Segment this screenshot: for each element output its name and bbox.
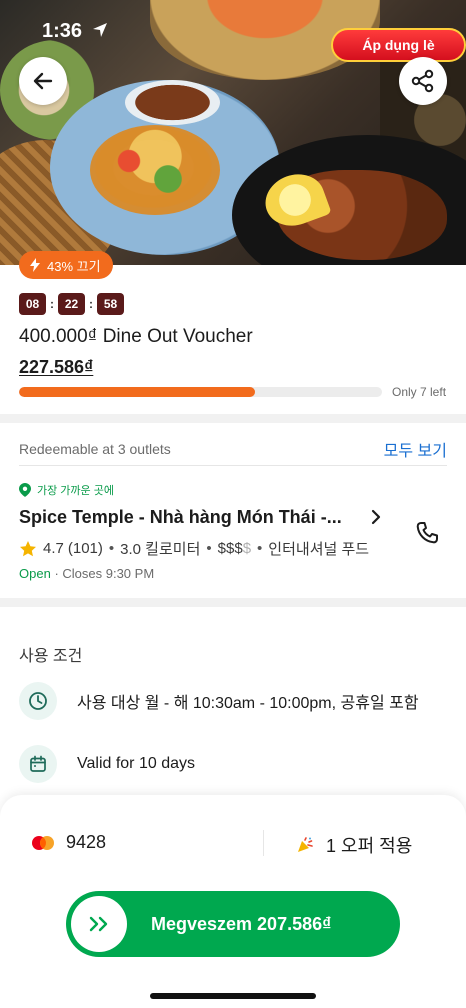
term-hours-text: 사용 대상 월 - 해 10:30am - 10:00pm, 공휴일 포함 [77,695,419,712]
price-level-active: $$$ [217,540,243,557]
stock-progress-fill [19,387,255,397]
outlet-name[interactable]: Spice Temple - Nhà hàng Món Thái -... [19,507,359,528]
countdown-seconds: 58 [97,293,124,315]
section-divider [0,598,466,607]
discount-badge: 43% 끄기 [19,251,113,279]
nearest-outlet-tag: 가장 가까운 곳에 [19,482,114,498]
cuisine: 인터내셔널 푸드 [268,541,370,558]
deal-price: 227.586₫ [19,357,94,377]
buy-button[interactable]: Megveszem 207.586₫ [66,891,400,957]
calendar-icon [19,745,57,783]
opening-hours: Open · Closes 9:30 PM [19,566,154,581]
price-level-inactive: $ [242,540,252,557]
divider [263,830,264,856]
see-all-link[interactable]: 모두 보기 [384,437,447,461]
review-count: (101) [67,540,103,557]
countdown-separator: : [50,297,54,311]
rating-value: 4.7 [43,540,64,557]
stock-progress-bar [19,387,382,397]
countdown-hours: 08 [19,293,46,315]
clock-icon [19,682,57,720]
sauce-bowl-photo [125,80,220,125]
status-time: 1:36 [42,20,83,42]
share-button[interactable] [399,57,447,105]
section-divider [0,414,466,423]
star-icon [20,540,36,556]
lightning-icon [30,258,40,272]
divider [19,465,447,466]
buy-label: Megveszem 207.586₫ [151,913,332,934]
outlet-meta: 4.7 (101) • 3.0 킬로미터 • $$$$ • 인터내셔널 푸드 [19,538,369,559]
separator-dot: • [206,540,212,557]
term-hours: 사용 대상 월 - 해 10:30am - 10:00pm, 공휴일 포함 [19,682,419,720]
countdown-minutes: 22 [58,293,85,315]
share-icon [411,69,434,93]
home-indicator[interactable] [150,993,316,999]
mastercard-icon [32,835,54,850]
chevron-right-icon[interactable] [367,508,385,526]
stock-label: Only 7 left [392,385,447,399]
arrow-left-icon [33,72,53,90]
payment-method-selector[interactable]: 9428 [30,832,106,853]
nearest-label: 가장 가까운 곳에 [37,485,114,497]
location-pin-icon [19,483,31,497]
party-popper-icon [298,837,313,852]
separator-dot: • [257,540,263,557]
outlets-label: Redeemable at 3 outlets [19,441,171,457]
promo-label: Áp dụng lè [362,37,435,53]
location-arrow-icon [93,23,107,37]
terms-title: 사용 조건 [19,648,83,665]
outlets-header: Redeemable at 3 outlets 모두 보기 [19,437,447,461]
open-status: Open [19,566,51,581]
countdown-timer: 08 : 22 : 58 [19,293,124,315]
price-level: $$$$ [218,540,251,557]
term-validity-text: Valid for 10 days [77,755,195,772]
discount-label: 43% 끄기 [47,258,101,274]
card-last4: 9428 [66,832,107,852]
back-button[interactable] [19,57,67,105]
distance: 3.0 킬로미터 [120,541,201,558]
promo-banner[interactable]: Áp dụng lè [331,28,466,62]
phone-icon[interactable] [414,520,440,546]
double-chevron-right-icon [89,916,108,932]
closing-time: Closes 9:30 PM [62,566,155,581]
offer-selector[interactable]: 1 오퍼 적용 [296,832,412,858]
swipe-handle[interactable] [71,896,127,952]
separator-dot: • [108,540,115,557]
deal-title: 400.000₫ Dine Out Voucher [19,326,253,347]
term-validity: Valid for 10 days [19,745,195,783]
offer-label: 1 오퍼 적용 [326,836,413,856]
countdown-separator: : [89,297,93,311]
